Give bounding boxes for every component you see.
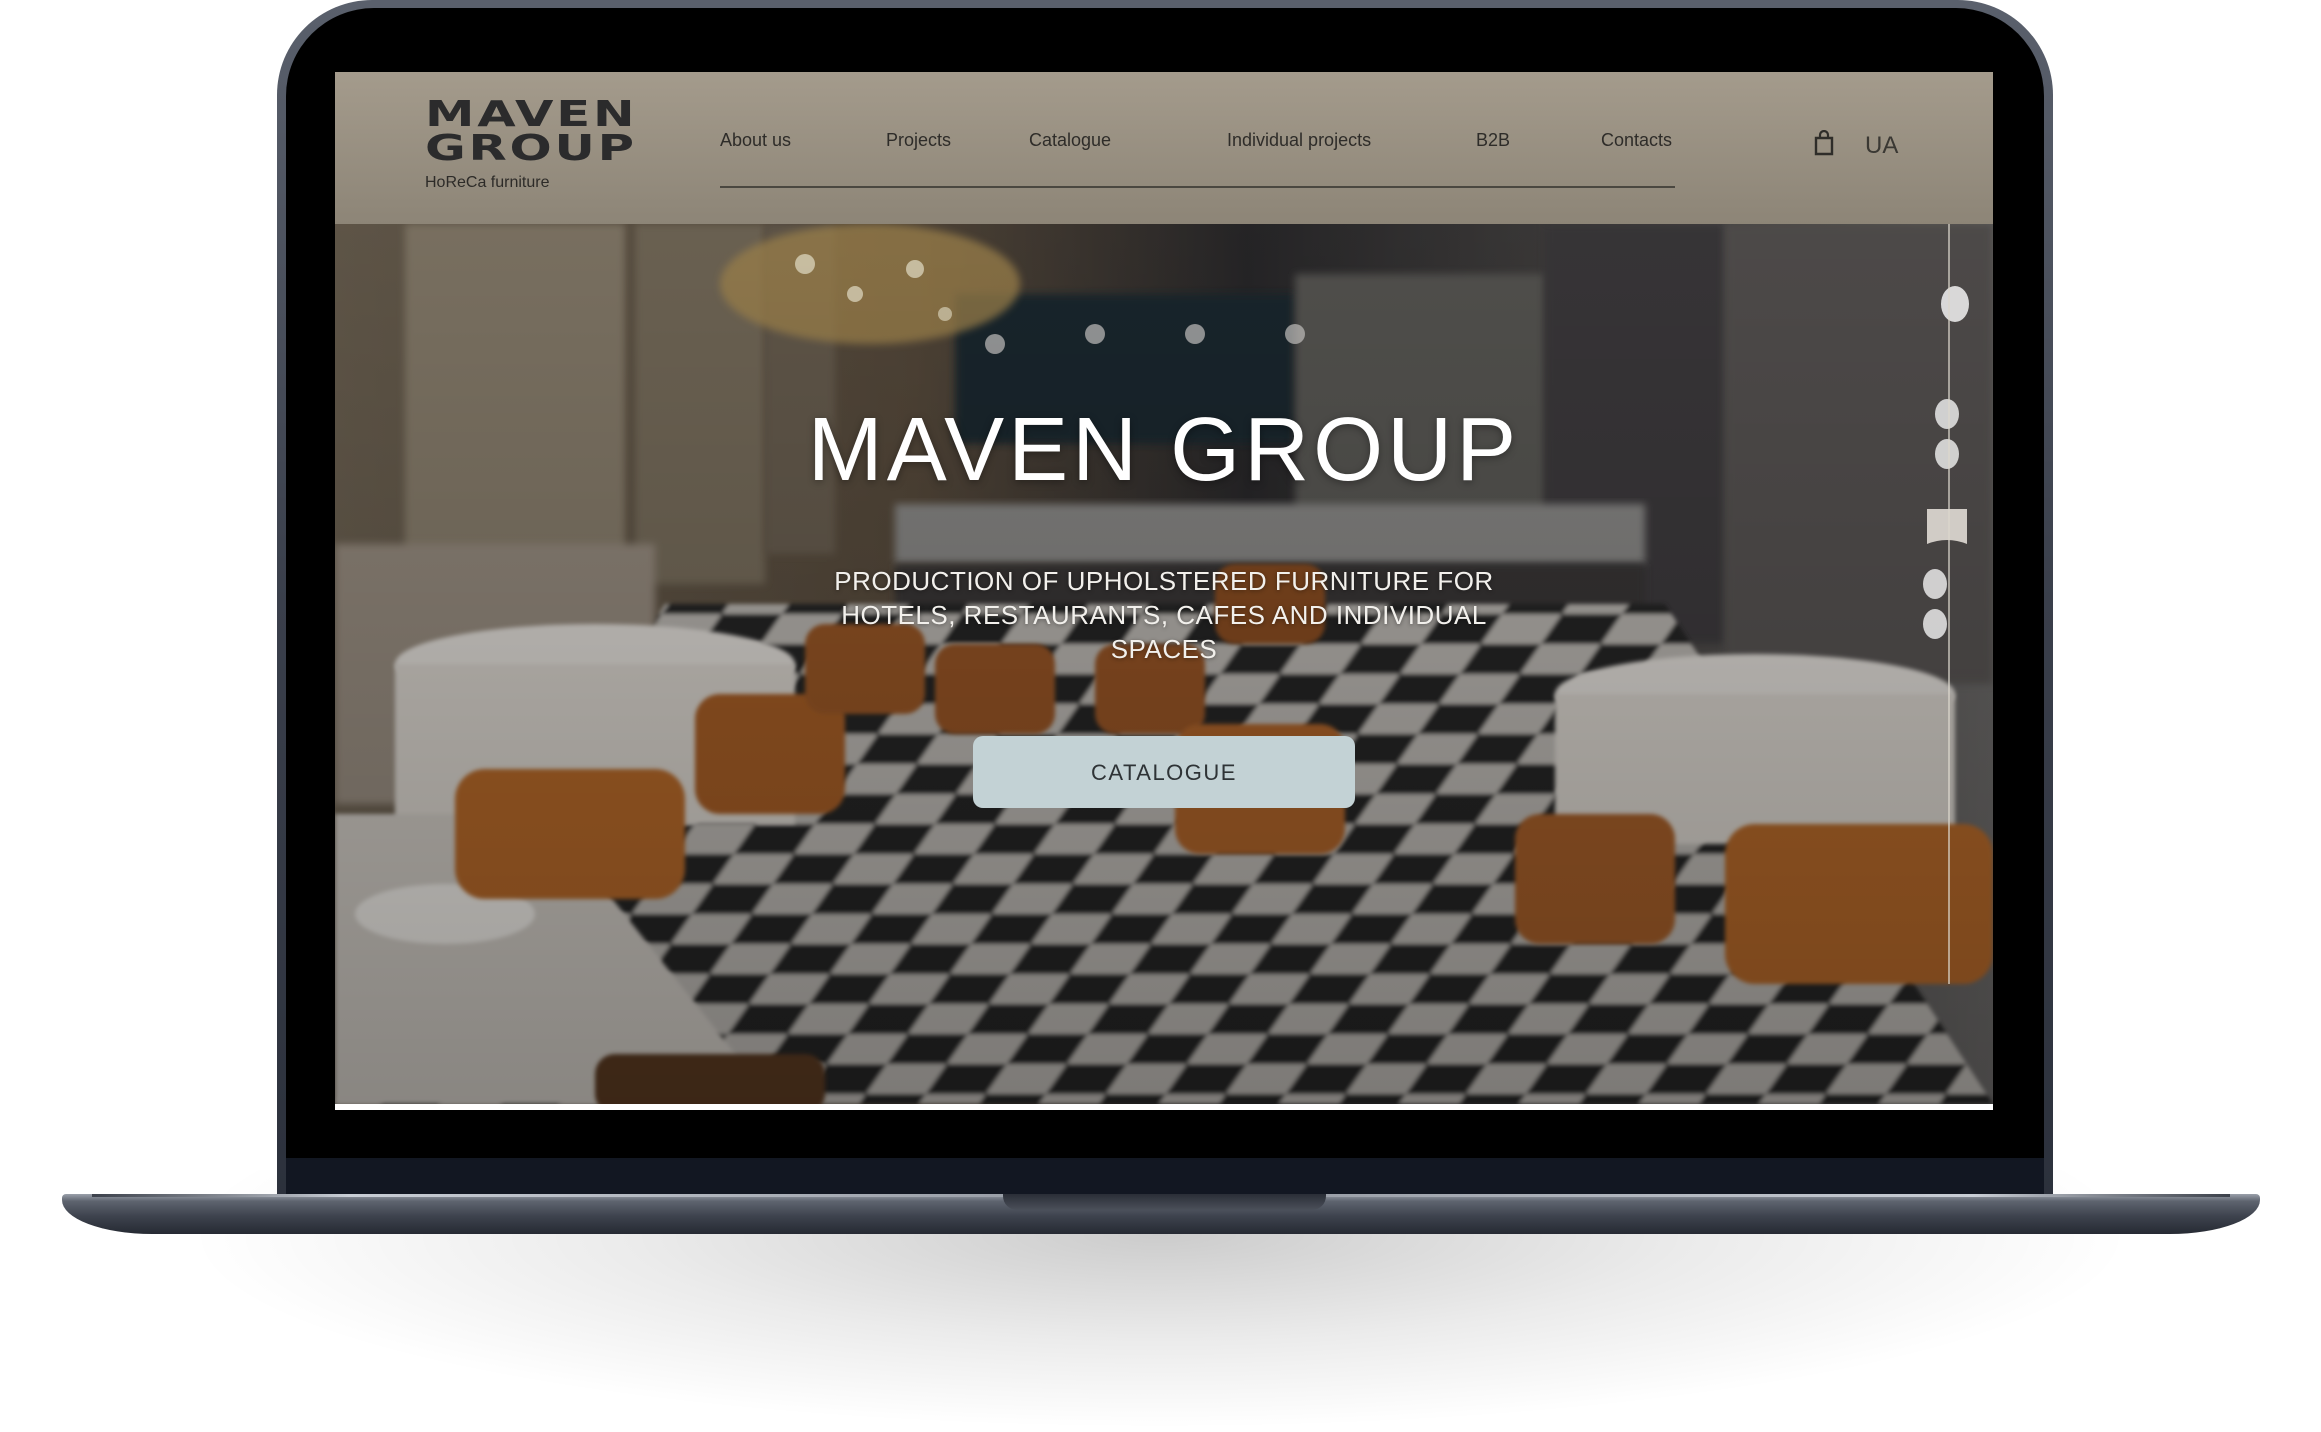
laptop-notch — [1003, 1194, 1326, 1210]
nav-catalogue[interactable]: Catalogue — [1029, 130, 1111, 151]
site-header: MAVEN GROUP HoReCa furniture About us Pr… — [335, 72, 1993, 224]
logo-word-maven: MAVEN — [425, 94, 638, 135]
hero-title: MAVEN GROUP — [807, 400, 1521, 500]
language-switcher[interactable]: UA — [1865, 132, 1898, 160]
main-nav: About us Projects Catalogue Individual p… — [720, 130, 1675, 188]
hero-divider — [335, 1104, 1993, 1110]
logo-word-group: GROUP — [425, 128, 637, 169]
brand-logo[interactable]: MAVEN GROUP HoReCa furniture — [425, 97, 635, 192]
nav-contacts[interactable]: Contacts — [1601, 130, 1672, 151]
nav-individual-projects[interactable]: Individual projects — [1227, 130, 1371, 151]
nav-projects[interactable]: Projects — [886, 130, 951, 151]
catalogue-button[interactable]: CATALOGUE — [973, 736, 1355, 808]
hero-subtitle: PRODUCTION OF UPHOLSTERED FURNITURE FOR … — [834, 566, 1494, 664]
website-screen: MAVEN GROUP HoReCa furniture About us Pr… — [335, 72, 1993, 1110]
brand-tagline: HoReCa furniture — [425, 174, 550, 191]
shopping-bag-icon[interactable] — [1813, 129, 1835, 156]
scroll-indicator-line — [1948, 224, 1950, 984]
nav-b2b[interactable]: B2B — [1476, 130, 1510, 151]
nav-about-us[interactable]: About us — [720, 130, 791, 151]
hero-section: MAVEN GROUP PRODUCTION OF UPHOLSTERED FU… — [335, 224, 1993, 1104]
